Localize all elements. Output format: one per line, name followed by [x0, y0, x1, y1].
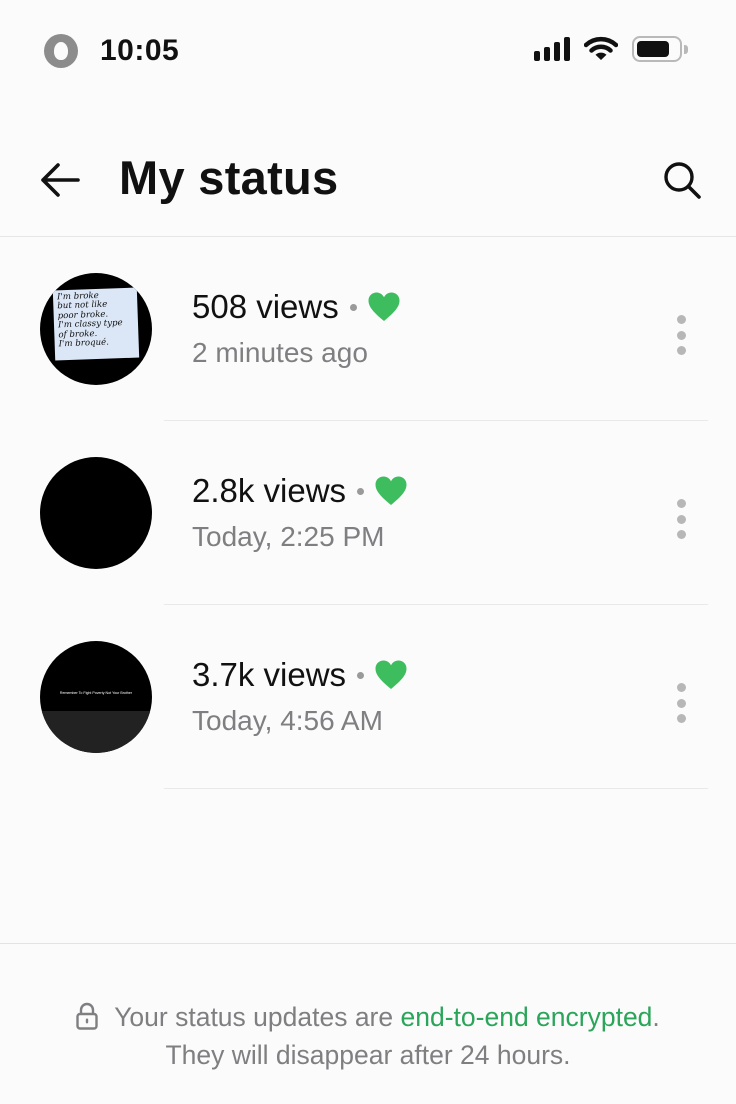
status-info: 2.8k views Today, 2:25 PM — [192, 469, 408, 553]
app-icon — [44, 34, 78, 68]
thumbnail-caption: Remember To Fight Poverty Not Your Broth… — [59, 691, 133, 695]
views-line: 3.7k views — [192, 653, 408, 697]
heart-icon — [375, 660, 407, 689]
back-button[interactable] — [38, 158, 82, 202]
encryption-period: . — [652, 1002, 660, 1032]
encryption-text: Your status updates are — [114, 1002, 401, 1032]
dot-icon — [676, 683, 686, 692]
wifi-icon — [584, 36, 618, 60]
heart-icon — [368, 292, 400, 321]
status-bar-right — [534, 36, 688, 62]
status-thumbnail[interactable]: I'm broke but not like poor broke. I'm c… — [40, 273, 152, 385]
status-thumbnail[interactable] — [40, 457, 152, 569]
encryption-link[interactable]: end-to-end encrypted — [401, 1002, 653, 1032]
dot-icon — [676, 514, 686, 524]
search-icon — [664, 162, 701, 199]
row-divider — [164, 788, 708, 789]
status-time: Today, 4:56 AM — [192, 705, 383, 736]
heart-icon — [375, 476, 407, 505]
status-time: 2 minutes ago — [192, 337, 368, 368]
view-count: 3.7k views — [192, 656, 347, 693]
dot-icon — [676, 698, 686, 708]
thumbnail-band — [40, 711, 152, 753]
status-info: 508 views 2 minutes ago — [192, 285, 401, 369]
cellular-signal-icon — [534, 37, 570, 61]
separator-dot — [349, 303, 357, 311]
view-count: 508 views — [192, 288, 339, 325]
dot-icon — [676, 330, 686, 340]
disappear-notice: They will disappear after 24 hours. — [165, 1040, 571, 1070]
status-list: I'm broke but not like poor broke. I'm c… — [0, 237, 736, 789]
clock: 10:05 — [100, 34, 180, 67]
views-line: 508 views — [192, 285, 401, 329]
page-title: My status — [119, 151, 339, 204]
encryption-notice: Your status updates are end-to-end encry… — [0, 998, 736, 1074]
search-button[interactable] — [662, 160, 702, 200]
dot-icon — [676, 315, 686, 324]
status-thumbnail[interactable]: Remember To Fight Poverty Not Your Broth… — [40, 641, 152, 753]
status-info: 3.7k views Today, 4:56 AM — [192, 653, 408, 737]
status-time: Today, 2:25 PM — [192, 521, 385, 552]
dot-icon — [676, 714, 686, 723]
status-row[interactable]: 2.8k views Today, 2:25 PM — [0, 421, 736, 605]
more-options-button[interactable] — [670, 315, 692, 355]
thumbnail-note: I'm broke but not like poor broke. I'm c… — [52, 287, 140, 361]
status-bar: 10:05 — [0, 0, 736, 100]
separator-dot — [357, 487, 365, 495]
view-count: 2.8k views — [192, 472, 347, 509]
battery-icon — [632, 36, 688, 62]
views-line: 2.8k views — [192, 469, 408, 513]
separator-dot — [357, 671, 365, 679]
footer-divider — [0, 943, 736, 944]
encryption-line-1: Your status updates are end-to-end encry… — [0, 998, 736, 1036]
more-options-button[interactable] — [670, 683, 692, 723]
dot-icon — [676, 346, 686, 355]
more-options-button[interactable] — [670, 499, 692, 539]
status-row[interactable]: I'm broke but not like poor broke. I'm c… — [0, 237, 736, 421]
status-row[interactable]: Remember To Fight Poverty Not Your Broth… — [0, 605, 736, 789]
dot-icon — [676, 530, 686, 539]
dot-icon — [676, 499, 686, 508]
status-bar-left: 10:05 — [44, 34, 179, 68]
note-line: I'm broqué. — [58, 337, 110, 350]
arrow-left-icon — [41, 163, 80, 197]
top-app-bar: My status — [0, 130, 736, 236]
lock-icon — [76, 1002, 98, 1030]
